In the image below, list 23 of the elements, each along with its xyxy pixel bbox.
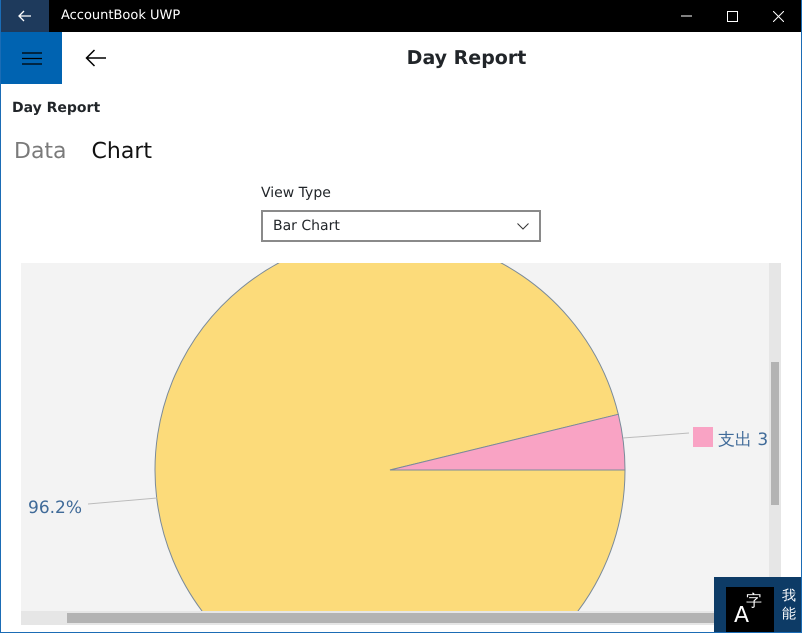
close-icon bbox=[772, 10, 784, 22]
view-type-dropdown[interactable]: Bar Chart bbox=[261, 210, 541, 242]
legend-label: 支出 3 bbox=[718, 430, 768, 450]
window-title: AccountBook UWP bbox=[60, 7, 182, 26]
back-arrow-icon bbox=[18, 10, 32, 22]
pivot-tab[interactable]: Data bbox=[14, 139, 67, 166]
scroll-thumb[interactable] bbox=[771, 362, 779, 506]
pivot-tab[interactable]: Chart bbox=[92, 139, 152, 166]
notification-text: 我 bbox=[782, 587, 796, 605]
back-arrow-icon bbox=[85, 49, 107, 67]
legend-swatch bbox=[693, 427, 713, 448]
notification-text: 能 bbox=[782, 605, 796, 623]
leader-line bbox=[88, 498, 158, 505]
page-header-title: Day Report bbox=[406, 46, 528, 71]
maximize-icon bbox=[726, 10, 738, 22]
field-label: View Type bbox=[261, 184, 332, 204]
minimize-icon bbox=[680, 15, 692, 17]
page-title: Day Report bbox=[12, 99, 102, 118]
chevron-down-icon bbox=[517, 222, 529, 230]
menu-icon bbox=[22, 52, 42, 64]
data-label: 96.2% bbox=[28, 498, 82, 518]
back-button[interactable] bbox=[1, 0, 49, 32]
leader-line bbox=[622, 432, 690, 439]
